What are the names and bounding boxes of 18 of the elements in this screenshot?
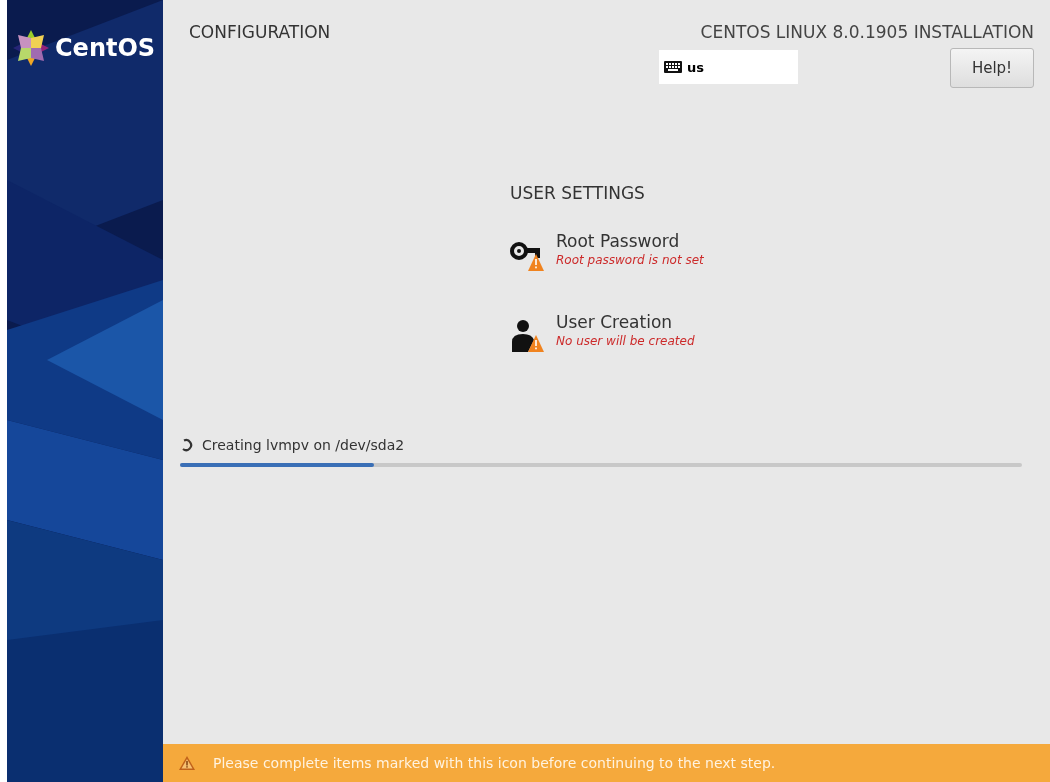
keyboard-icon xyxy=(664,61,682,73)
keyboard-layout-indicator[interactable]: us xyxy=(659,50,798,84)
spoke-title: Root Password xyxy=(556,231,681,251)
settings-spoke[interactable]: Root Password Root password is not set xyxy=(510,231,1050,272)
product-title: CENTOS LINUX 8.0.1905 INSTALLATION xyxy=(700,22,1034,42)
warning-message: Please complete items marked with this icon before continuing to the next step. xyxy=(213,755,776,771)
spinner-icon xyxy=(180,438,194,452)
flower-logo-icon xyxy=(11,28,51,68)
logo-text: CentOS xyxy=(55,34,156,62)
spoke-status: No user will be created xyxy=(556,334,695,348)
help-button[interactable]: Help! xyxy=(950,48,1034,88)
page-title: CONFIGURATION xyxy=(189,22,331,44)
spoke-title: User Creation xyxy=(556,312,674,332)
section-title: USER SETTINGS xyxy=(510,183,646,203)
settings-spoke[interactable]: User Creation No user will be created xyxy=(510,312,1050,353)
warning-icon xyxy=(179,756,195,770)
spoke-status: Root password is not set xyxy=(556,253,704,267)
progress-label: Creating lvmpv on /dev/sda2 xyxy=(202,437,405,453)
